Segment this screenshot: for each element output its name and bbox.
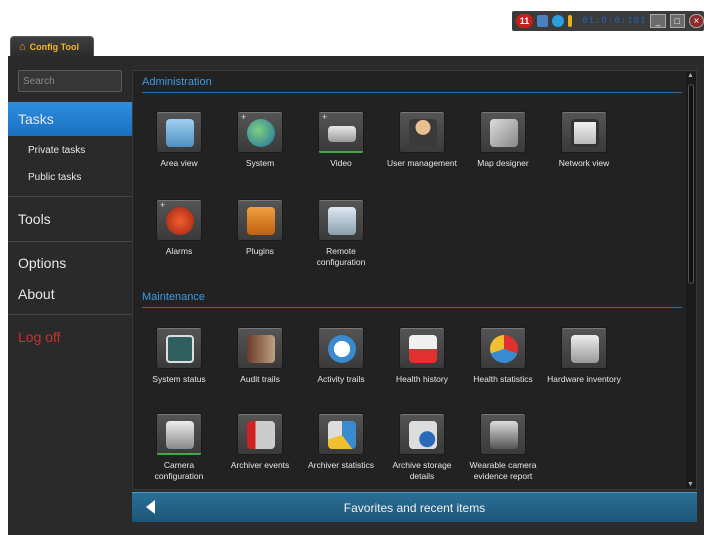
divider	[8, 196, 132, 197]
tile-label: Audit trails	[240, 374, 280, 384]
divider	[8, 241, 132, 242]
tile-camera-configuration[interactable]: Camera configuration	[139, 413, 219, 482]
scroll-thumb[interactable]	[688, 84, 694, 284]
tile-audit-trails[interactable]: Audit trails	[220, 327, 300, 385]
tasks-panel: Administration Area view + System + Vide…	[132, 70, 697, 490]
pie-chart-icon	[480, 327, 526, 369]
tile-network-view[interactable]: Network view	[544, 111, 624, 169]
tile-archive-storage-details[interactable]: Archive storage details	[382, 413, 462, 482]
divider	[8, 314, 132, 315]
tile-user-management[interactable]: User management	[382, 111, 462, 169]
database-chart-icon	[318, 413, 364, 455]
camera-config-icon	[156, 413, 202, 455]
sidebar-item-tasks[interactable]: Tasks	[8, 102, 146, 136]
tile-label: Map designer	[477, 158, 529, 168]
tile-label: Area view	[160, 158, 198, 168]
storage-info-icon	[399, 413, 445, 455]
network-icon	[561, 111, 607, 153]
tile-wearable-camera-evidence-report[interactable]: Wearable camera evidence report	[463, 413, 543, 482]
tile-label: Hardware inventory	[547, 374, 621, 384]
database-flag-icon	[237, 413, 283, 455]
tile-alarms[interactable]: + Alarms	[139, 199, 219, 257]
tile-activity-trails[interactable]: Activity trails	[301, 327, 381, 385]
remote-config-icon	[318, 199, 364, 241]
tile-health-history[interactable]: Health history	[382, 327, 462, 385]
tile-label: Archiver statistics	[307, 460, 375, 470]
tile-label: Camera configuration	[154, 460, 204, 481]
search-input[interactable]: Search	[18, 70, 122, 92]
minimize-button[interactable]: _	[650, 14, 666, 28]
network-status-icon[interactable]	[552, 15, 564, 27]
map-icon	[480, 111, 526, 153]
tile-system[interactable]: + System	[220, 111, 300, 169]
close-button[interactable]: ×	[688, 14, 704, 28]
tile-remote-configuration[interactable]: Remote configuration	[301, 199, 381, 268]
tile-label: Remote configuration	[316, 246, 366, 267]
tile-label: Archiver events	[230, 460, 290, 470]
monitor-icon	[156, 327, 202, 369]
sidebar-item-public-tasks[interactable]: Public tasks	[8, 167, 132, 187]
tile-archiver-statistics[interactable]: Archiver statistics	[301, 413, 381, 471]
section-title-administration: Administration	[142, 76, 212, 88]
scroll-up-icon[interactable]: ▲	[687, 72, 694, 79]
tile-label: Plugins	[246, 246, 274, 256]
tile-archiver-events[interactable]: Archiver events	[220, 413, 300, 471]
tile-system-status[interactable]: System status	[139, 327, 219, 385]
arrow-left-icon[interactable]	[146, 500, 155, 514]
audit-icon	[237, 327, 283, 369]
clock: 01:0:0:101	[582, 16, 647, 26]
tile-plugins[interactable]: Plugins	[220, 199, 300, 257]
tile-label: Wearable camera evidence report	[469, 460, 537, 481]
clock-icon	[318, 327, 364, 369]
home-icon: ⌂	[19, 40, 26, 53]
hardware-icon	[561, 327, 607, 369]
user-icon	[399, 111, 445, 153]
tab-config-tool[interactable]: ⌂ Config Tool	[10, 36, 94, 56]
maximize-button[interactable]: □	[669, 14, 685, 28]
tile-label: Health statistics	[473, 374, 533, 384]
alarm-icon: +	[156, 199, 202, 241]
favorites-label: Favorites and recent items	[343, 500, 486, 515]
building-icon	[156, 111, 202, 153]
puzzle-icon	[237, 199, 283, 241]
notification-badge[interactable]: 11	[516, 14, 533, 28]
tile-video[interactable]: + Video	[301, 111, 381, 169]
bottom-strip	[8, 522, 704, 535]
tile-label: Alarms	[165, 246, 193, 256]
tile-label: System	[245, 158, 275, 168]
tile-label: Video	[330, 158, 352, 168]
section-divider	[142, 307, 682, 308]
system-tray: 11 01:0:0:101 _ □ ×	[512, 11, 704, 31]
scroll-down-icon[interactable]: ▼	[687, 481, 694, 488]
tile-label: Archive storage details	[392, 460, 452, 481]
tile-label: Network view	[558, 158, 610, 168]
signal-icon	[567, 15, 573, 27]
sidebar-item-options[interactable]: Options	[8, 252, 132, 274]
tile-label: Activity trails	[317, 374, 365, 384]
tile-area-view[interactable]: Area view	[139, 111, 219, 169]
section-divider	[142, 92, 682, 93]
sidebar-item-logoff[interactable]: Log off	[8, 326, 132, 348]
favorites-bar[interactable]: Favorites and recent items	[132, 492, 697, 522]
camera-icon: +	[318, 111, 364, 153]
tile-hardware-inventory[interactable]: Hardware inventory	[544, 327, 624, 385]
calendar-icon	[399, 327, 445, 369]
sidebar-item-about[interactable]: About	[8, 283, 132, 305]
tile-map-designer[interactable]: Map designer	[463, 111, 543, 169]
tile-health-statistics[interactable]: Health statistics	[463, 327, 543, 385]
tile-label: Health history	[396, 374, 448, 384]
section-title-maintenance: Maintenance	[142, 291, 205, 303]
vertical-scrollbar[interactable]: ▲ ▼	[686, 72, 696, 488]
sidebar-item-tools[interactable]: Tools	[8, 208, 132, 230]
tile-label: User management	[387, 158, 457, 168]
wearable-camera-icon	[480, 413, 526, 455]
volume-icon[interactable]	[536, 15, 549, 27]
tab-label: Config Tool	[29, 41, 79, 52]
tile-label: System status	[152, 374, 206, 384]
globe-icon: +	[237, 111, 283, 153]
sidebar-item-private-tasks[interactable]: Private tasks	[8, 140, 132, 160]
sidebar: Search Tasks Private tasks Public tasks …	[8, 56, 146, 535]
